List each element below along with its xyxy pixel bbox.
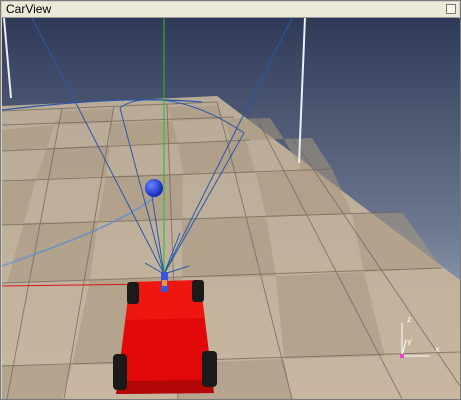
car-sensor-light — [162, 280, 167, 286]
3d-viewport[interactable]: z y x — [2, 18, 460, 399]
scene-canvas: z y x — [2, 18, 460, 399]
wheel-rear-left — [113, 354, 127, 390]
window-title: CarView — [6, 2, 52, 16]
close-icon[interactable] — [446, 4, 456, 14]
axis-y-label: y — [407, 337, 412, 346]
target-ball[interactable] — [145, 179, 163, 197]
axis-x-label: x — [435, 345, 440, 354]
wheel-rear-right — [202, 351, 217, 387]
title-bar[interactable]: CarView — [2, 2, 459, 18]
car[interactable] — [113, 272, 217, 394]
carview-window: CarView z y x — [0, 0, 461, 400]
wheel-front-right — [192, 280, 204, 302]
wheel-front-left — [127, 282, 139, 304]
axis-z-label: z — [407, 315, 411, 324]
